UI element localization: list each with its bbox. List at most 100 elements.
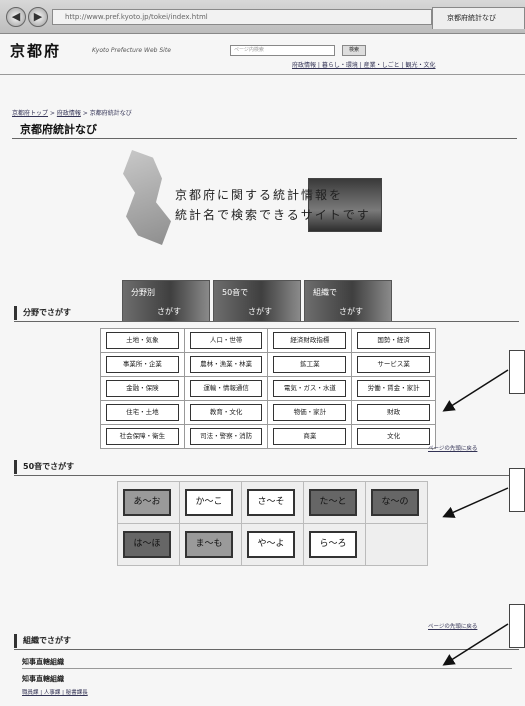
field-category-button[interactable]: 鉱工業 bbox=[273, 356, 347, 373]
org-group-title: 知事直轄組織 bbox=[22, 658, 64, 666]
site-logo-subtitle: Kyoto Prefecture Web Site bbox=[92, 47, 171, 54]
field-cell: 運輸・情報通信 bbox=[183, 376, 269, 401]
field-row: 事業所・企業 農林・漁業・林業 鉱工業 サービス業 bbox=[100, 352, 436, 377]
field-category-button[interactable]: 財政 bbox=[357, 404, 430, 421]
breadcrumb-parent[interactable]: 府政情報 bbox=[57, 110, 81, 117]
feature-label: 分野別 bbox=[131, 288, 155, 297]
page-content: 京都府 Kyoto Prefecture Web Site ページ内検索 検索 … bbox=[0, 34, 525, 706]
field-category-button[interactable]: 農林・漁業・林業 bbox=[189, 356, 263, 373]
kana-row: は〜ほ ま〜も や〜よ ら〜ろ bbox=[117, 523, 428, 566]
search-button[interactable]: 検索 bbox=[342, 45, 366, 56]
field-category-button[interactable]: 国勢・経済 bbox=[357, 332, 430, 349]
kana-index-button[interactable]: さ〜そ bbox=[247, 489, 295, 516]
field-cell: 社会保障・衛生 bbox=[100, 424, 185, 449]
kana-index-button[interactable]: は〜ほ bbox=[123, 531, 171, 558]
field-category-button[interactable]: 土地・気象 bbox=[106, 332, 179, 349]
kyoto-map-image bbox=[123, 150, 171, 245]
callout-box bbox=[509, 350, 525, 394]
field-category-table: 土地・気象 人口・世帯 経済財政指標 国勢・経済 事業所・企業 農林・漁業・林業 鉱工業 サー… bbox=[100, 328, 436, 449]
callout-box bbox=[509, 468, 525, 512]
field-category-button[interactable]: 労働・賃金・家計 bbox=[357, 380, 430, 397]
kana-cell: ま〜も bbox=[179, 523, 242, 566]
header-nav-links[interactable]: 府政情報 | 暮らし・環境 | 産業・しごと | 観光・文化 bbox=[292, 60, 436, 69]
kana-index-button[interactable]: な〜の bbox=[371, 489, 419, 516]
field-cell: 事業所・企業 bbox=[100, 352, 185, 377]
field-cell: 司法・警察・消防 bbox=[183, 424, 269, 449]
field-row: 社会保障・衛生 司法・警察・消防 商業 文化 bbox=[100, 424, 436, 449]
kana-index-button[interactable]: ら〜ろ bbox=[309, 531, 357, 558]
field-cell: 国勢・経済 bbox=[351, 328, 436, 353]
breadcrumb-current: 京都府統計なび bbox=[89, 110, 132, 117]
address-bar[interactable]: http://www.pref.kyoto.jp/tokei/index.htm… bbox=[52, 9, 432, 25]
kana-cell: ら〜ろ bbox=[303, 523, 366, 566]
section-heading-kana: 50音でさがす bbox=[14, 460, 514, 474]
field-category-button[interactable]: 社会保障・衛生 bbox=[106, 428, 179, 445]
field-category-button[interactable]: 教育・文化 bbox=[189, 404, 263, 421]
field-category-button[interactable]: 住宅・土地 bbox=[106, 404, 179, 421]
field-cell: 経済財政指標 bbox=[267, 328, 353, 353]
kana-index-button[interactable]: か〜こ bbox=[185, 489, 233, 516]
callout-box bbox=[509, 604, 525, 648]
field-cell: 人口・世帯 bbox=[183, 328, 269, 353]
kana-cell: た〜と bbox=[303, 481, 366, 524]
kana-index-button[interactable]: ま〜も bbox=[185, 531, 233, 558]
kana-index-button[interactable]: あ〜お bbox=[123, 489, 171, 516]
kana-row: あ〜お か〜こ さ〜そ た〜と な〜の bbox=[117, 481, 428, 524]
kana-cell: な〜の bbox=[365, 481, 428, 524]
field-category-button[interactable]: 経済財政指標 bbox=[273, 332, 347, 349]
org-group-subtitle: 知事直轄組織 bbox=[22, 675, 64, 683]
field-cell: 教育・文化 bbox=[183, 400, 269, 425]
field-category-button[interactable]: 事業所・企業 bbox=[106, 356, 179, 373]
field-category-button[interactable]: サービス業 bbox=[357, 356, 430, 373]
field-cell: 住宅・土地 bbox=[100, 400, 185, 425]
kana-cell: は〜ほ bbox=[117, 523, 180, 566]
field-cell: 電気・ガス・水道 bbox=[267, 376, 353, 401]
forward-arrow-icon[interactable]: ▶ bbox=[28, 7, 48, 27]
field-row: 金融・保険 運輸・情報通信 電気・ガス・水道 労働・賃金・家計 bbox=[100, 376, 436, 401]
field-cell: 鉱工業 bbox=[267, 352, 353, 377]
field-category-button[interactable]: 司法・警察・消防 bbox=[189, 428, 263, 445]
field-category-button[interactable]: 電気・ガス・水道 bbox=[273, 380, 347, 397]
field-cell: 土地・気象 bbox=[100, 328, 185, 353]
org-divider bbox=[22, 668, 512, 669]
field-category-button[interactable]: 人口・世帯 bbox=[189, 332, 263, 349]
section-divider bbox=[14, 475, 519, 476]
kana-index-table: あ〜お か〜こ さ〜そ た〜と な〜の は〜ほ ま〜も や〜よ ら〜ろ bbox=[117, 481, 428, 566]
back-arrow-icon[interactable]: ◀ bbox=[6, 7, 26, 27]
kana-index-button[interactable]: や〜よ bbox=[247, 531, 295, 558]
field-cell: 金融・保険 bbox=[100, 376, 185, 401]
field-row: 土地・気象 人口・世帯 経済財政指標 国勢・経済 bbox=[100, 328, 436, 353]
header-divider bbox=[0, 74, 525, 75]
site-logo[interactable]: 京都府 bbox=[10, 40, 61, 61]
field-cell: サービス業 bbox=[351, 352, 436, 377]
field-cell: 物価・家計 bbox=[267, 400, 353, 425]
field-cell: 文化 bbox=[351, 424, 436, 449]
breadcrumb: 京都府トップ > 府政情報 > 京都府統計なび bbox=[12, 110, 132, 117]
section-heading-field: 分野でさがす bbox=[14, 306, 514, 320]
feature-label: 50音で bbox=[222, 288, 249, 297]
field-cell: 商業 bbox=[267, 424, 353, 449]
kana-cell: や〜よ bbox=[241, 523, 304, 566]
field-cell: 労働・賃金・家計 bbox=[351, 376, 436, 401]
org-links[interactable]: 職員課 | 人事課 | 秘書課長 bbox=[22, 688, 88, 696]
kana-cell bbox=[365, 523, 428, 566]
field-category-button[interactable]: 商業 bbox=[273, 428, 347, 445]
field-cell: 財政 bbox=[351, 400, 436, 425]
site-header: 京都府 Kyoto Prefecture Web Site ページ内検索 検索 … bbox=[0, 34, 525, 69]
kana-cell: あ〜お bbox=[117, 481, 180, 524]
browser-tab[interactable]: 京都府統計なび bbox=[432, 7, 525, 29]
section-divider bbox=[14, 649, 519, 650]
section-divider bbox=[14, 321, 519, 322]
breadcrumb-home[interactable]: 京都府トップ bbox=[12, 110, 48, 117]
field-category-button[interactable]: 運輸・情報通信 bbox=[189, 380, 263, 397]
kana-index-button[interactable]: た〜と bbox=[309, 489, 357, 516]
field-category-button[interactable]: 金融・保険 bbox=[106, 380, 179, 397]
banner-text-line1: 京都府に関する統計情報を bbox=[175, 188, 344, 202]
feature-label: 組織で bbox=[313, 288, 337, 297]
search-input[interactable]: ページ内検索 bbox=[230, 45, 335, 56]
page-top-link[interactable]: ページの先頭に戻る bbox=[428, 444, 477, 452]
banner-text-line2: 統計名で検索できるサイトです bbox=[175, 208, 371, 222]
field-category-button[interactable]: 物価・家計 bbox=[273, 404, 347, 421]
page-top-link[interactable]: ページの先頭に戻る bbox=[428, 622, 477, 630]
field-category-button[interactable]: 文化 bbox=[357, 428, 430, 445]
